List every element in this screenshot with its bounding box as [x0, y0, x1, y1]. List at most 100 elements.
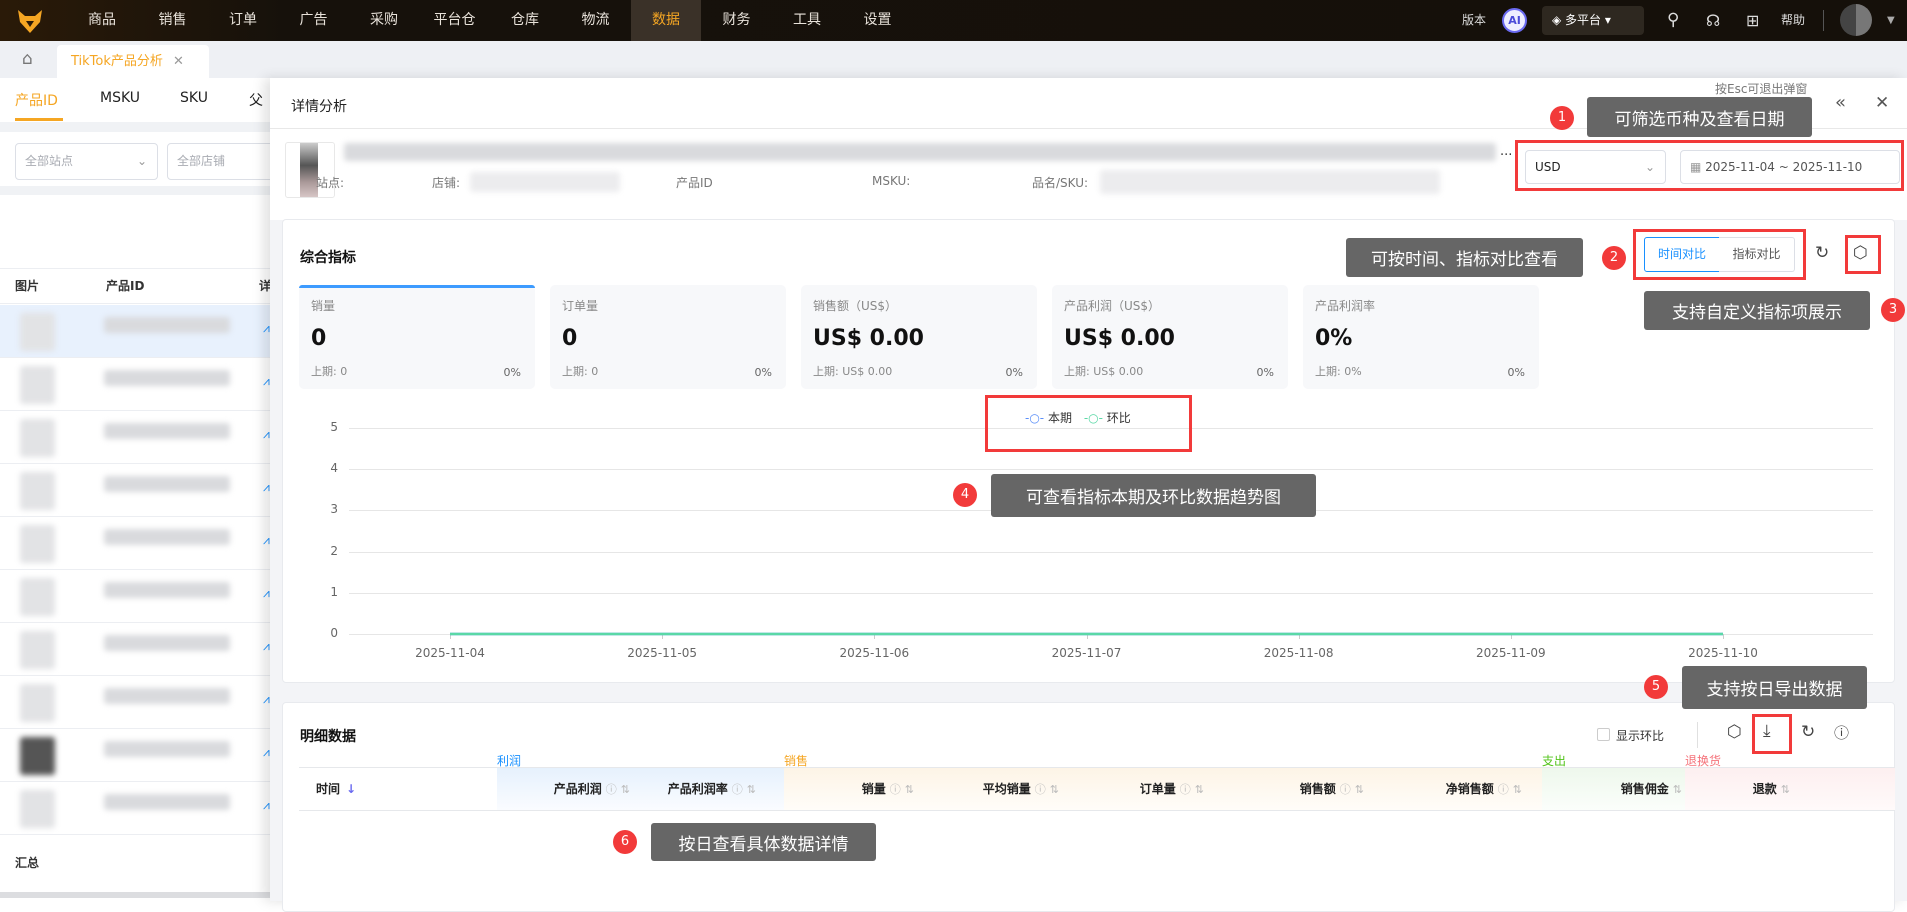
horizontal-scrollbar[interactable]: [0, 892, 270, 898]
column-header[interactable]: 产品利润率 ⓘ ⇅: [668, 768, 756, 810]
trend-chart-icon[interactable]: ⩘: [263, 639, 270, 654]
trend-chart-icon[interactable]: ⩘: [263, 480, 270, 495]
tab-parent[interactable]: 父: [249, 90, 263, 110]
nav-item[interactable]: 广告: [279, 0, 349, 41]
trend-chart-icon[interactable]: ⩘: [263, 798, 270, 813]
tab-product-id[interactable]: 产品ID: [15, 90, 58, 110]
help-icon[interactable]: ⓘ: [1340, 783, 1351, 796]
table-row[interactable]: ⩘: [0, 623, 270, 676]
show-compare-label[interactable]: 显示环比: [1616, 727, 1664, 744]
nav-item[interactable]: 采购: [349, 0, 419, 41]
nav-item[interactable]: 平台仓: [420, 0, 490, 41]
sort-desc-icon[interactable]: ↓: [346, 782, 356, 796]
tab-msku[interactable]: MSKU: [100, 90, 140, 106]
column-header[interactable]: 净销售额 ⓘ ⇅: [1446, 768, 1522, 810]
sort-icon[interactable]: ⇅: [1781, 783, 1790, 796]
close-icon[interactable]: ✕: [1875, 93, 1889, 113]
help-icon[interactable]: ⓘ: [1834, 722, 1849, 743]
metric-card[interactable]: 销量 0 上期: 0 0%: [299, 285, 535, 389]
table-row[interactable]: ⩘: [0, 411, 270, 464]
product-thumbnail: [20, 737, 55, 775]
trend-chart-icon[interactable]: ⩘: [263, 374, 270, 389]
help-icon[interactable]: ⓘ: [606, 783, 617, 796]
nav-item[interactable]: 商品: [67, 0, 137, 41]
avatar[interactable]: [1840, 4, 1872, 36]
refresh-icon[interactable]: ↻: [1815, 243, 1829, 263]
sort-icon[interactable]: ⇅: [1513, 783, 1522, 796]
metric-card[interactable]: 销售额（US$） US$ 0.00 上期: US$ 0.00 0%: [801, 285, 1037, 389]
sort-icon[interactable]: ⇅: [1355, 783, 1364, 796]
metric-label: 销量: [311, 299, 336, 313]
help-icon[interactable]: ⓘ: [732, 783, 743, 796]
version-link[interactable]: 版本: [1462, 0, 1486, 41]
search-icon[interactable]: ⚲: [1667, 0, 1679, 41]
home-icon[interactable]: ⌂: [22, 49, 33, 69]
top-nav: 商品 销售 订单 广告 采购 平台仓 仓库 物流 数据 财务 工具 设置 版本 AI ◈ 多平台 ▾ …: [0, 0, 1907, 41]
help-icon[interactable]: ⓘ: [1498, 783, 1509, 796]
logo-icon[interactable]: [16, 8, 44, 34]
table-row[interactable]: ⩘: [0, 729, 270, 782]
tab-tiktok-product-analysis[interactable]: TikTok产品分析 ✕: [57, 45, 209, 78]
gridline: [349, 592, 1873, 594]
nav-item[interactable]: 订单: [208, 0, 278, 41]
column-header[interactable]: 时间 ↓: [316, 768, 356, 810]
trend-chart-icon[interactable]: ⩘: [263, 321, 270, 336]
site-select[interactable]: 全部站点 ⌄: [15, 143, 158, 180]
refresh-icon[interactable]: ↻: [1801, 722, 1815, 742]
settings-icon[interactable]: ⬡: [1727, 722, 1742, 742]
x-tick-label: 2025-11-06: [839, 646, 910, 660]
column-header[interactable]: 销量 ⓘ ⇅: [862, 768, 914, 810]
nav-item[interactable]: 财务: [702, 0, 772, 41]
table-row[interactable]: ⩘: [0, 358, 270, 411]
ai-button[interactable]: AI: [1502, 8, 1527, 33]
column-header[interactable]: 订单量 ⓘ ⇅: [1140, 768, 1204, 810]
metric-card[interactable]: 产品利润（US$） US$ 0.00 上期: US$ 0.00 0%: [1052, 285, 1288, 389]
annotation-tooltip: 可查看指标本期及环比数据趋势图: [991, 474, 1316, 517]
help-link[interactable]: 帮助: [1781, 0, 1805, 41]
product-thumbnail: [20, 525, 55, 563]
column-header[interactable]: 销售额 ⓘ ⇅: [1300, 768, 1364, 810]
nav-item[interactable]: 数据: [631, 0, 701, 41]
trend-chart-icon[interactable]: ⩘: [263, 533, 270, 548]
help-icon[interactable]: ⓘ: [890, 783, 901, 796]
help-icon[interactable]: ⓘ: [1180, 783, 1191, 796]
table-row[interactable]: ⩘: [0, 570, 270, 623]
column-header[interactable]: 退款 ⇅: [1753, 768, 1790, 810]
sort-icon[interactable]: ⇅: [621, 783, 630, 796]
column-header[interactable]: 产品利润 ⓘ ⇅: [554, 768, 630, 810]
close-icon[interactable]: ✕: [173, 54, 184, 69]
sort-icon[interactable]: ⇅: [1195, 783, 1204, 796]
metric-card[interactable]: 产品利润率 0% 上期: 0% 0%: [1303, 285, 1539, 389]
shop-select[interactable]: 全部店铺: [167, 143, 287, 180]
help-icon[interactable]: ⓘ: [1035, 783, 1046, 796]
nav-item[interactable]: 设置: [843, 0, 913, 41]
trend-chart-icon[interactable]: ⩘: [263, 745, 270, 760]
nav-item[interactable]: 物流: [561, 0, 631, 41]
table-row[interactable]: ⩘: [0, 782, 270, 835]
headset-icon[interactable]: ☊: [1706, 0, 1720, 41]
nav-item[interactable]: 工具: [772, 0, 842, 41]
collapse-icon[interactable]: «: [1835, 92, 1846, 113]
column-header[interactable]: 平均销量 ⓘ ⇅: [983, 768, 1059, 810]
trend-chart-icon[interactable]: ⩘: [263, 692, 270, 707]
tab-sku[interactable]: SKU: [180, 90, 208, 106]
trend-chart-icon[interactable]: ⩘: [263, 427, 270, 442]
table-row[interactable]: ⩘: [0, 464, 270, 517]
caret-down-icon[interactable]: ▼: [1887, 0, 1895, 41]
column-header[interactable]: 销售佣金 ⇅: [1621, 768, 1682, 810]
sort-icon[interactable]: ⇅: [1673, 783, 1682, 796]
nav-item[interactable]: 销售: [138, 0, 208, 41]
sort-icon[interactable]: ⇅: [1050, 783, 1059, 796]
platform-select[interactable]: ◈ 多平台 ▾: [1542, 6, 1644, 35]
sort-icon[interactable]: ⇅: [747, 783, 756, 796]
apps-grid-icon[interactable]: ⊞: [1746, 0, 1759, 41]
annotation-highlight-box: [1752, 714, 1792, 754]
table-row[interactable]: ⩘: [0, 517, 270, 570]
sort-icon[interactable]: ⇅: [905, 783, 914, 796]
table-row[interactable]: ⩘: [0, 676, 270, 729]
show-compare-checkbox[interactable]: [1597, 728, 1610, 741]
metric-card[interactable]: 订单量 0 上期: 0 0%: [550, 285, 786, 389]
nav-item[interactable]: 仓库: [490, 0, 560, 41]
trend-chart-icon[interactable]: ⩘: [263, 586, 270, 601]
table-row[interactable]: ⩘: [0, 305, 270, 358]
